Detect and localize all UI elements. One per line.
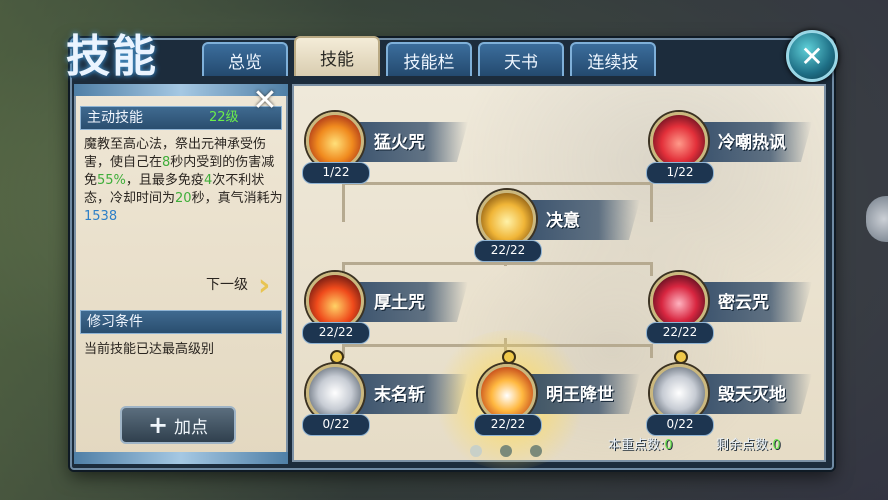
active-skill-label: 主动技能: [87, 110, 143, 126]
page-dot[interactable]: [530, 445, 542, 457]
skill-node-selected[interactable]: 明王降世 22/22: [474, 364, 644, 436]
skill-node[interactable]: 厚土咒 22/22: [302, 272, 472, 344]
tab-skills[interactable]: 技能: [294, 36, 380, 76]
skill-name: 末名斩: [374, 385, 425, 405]
tree-line: [650, 344, 653, 358]
skill-name: 密云咒: [718, 293, 769, 313]
skill-count: 1/22: [646, 162, 714, 184]
next-level-label[interactable]: 下一级: [206, 274, 248, 294]
lock-icon: [502, 350, 516, 364]
chevron-right-icon[interactable]: ›: [258, 268, 270, 303]
skill-name: 厚土咒: [374, 293, 425, 313]
tree-line: [342, 182, 652, 185]
reset-points: 本重点数:0: [608, 438, 673, 453]
requirement-text: 当前技能已达最高级别: [84, 342, 215, 357]
skill-count: 22/22: [474, 414, 542, 436]
skill-node[interactable]: 决意 22/22: [474, 190, 644, 262]
scroll-x-icon: ✕: [252, 83, 278, 118]
scroll-rod-bottom: [74, 452, 288, 464]
skill-count: 22/22: [474, 240, 542, 262]
page-dot[interactable]: [500, 445, 512, 457]
add-point-button[interactable]: + 加点: [120, 406, 236, 444]
tab-heaven-book[interactable]: 天书: [478, 42, 564, 76]
requirement-header: 修习条件: [80, 310, 282, 334]
lock-icon: [674, 350, 688, 364]
skill-level: 22级: [209, 110, 239, 125]
tab-bar: 总览 技能 技能栏 天书 连续技: [202, 36, 656, 76]
skill-name: 冷嘲热讽: [718, 133, 786, 153]
tab-skill-bar[interactable]: 技能栏: [386, 42, 472, 76]
skill-count: 22/22: [646, 322, 714, 344]
skill-count: 22/22: [302, 322, 370, 344]
tab-overview[interactable]: 总览: [202, 42, 288, 76]
skill-description: 魔教至高心法，祭出元神承受伤害，使自己在8秒内受到的伤害减免55%，且最多免疫4…: [84, 137, 283, 224]
page-indicator: [470, 445, 542, 457]
lock-icon: [330, 350, 344, 364]
skill-name: 决意: [546, 211, 580, 231]
close-icon: ✕: [800, 39, 824, 73]
tree-line: [342, 262, 652, 265]
remaining-points: 剩余点数:0: [716, 438, 781, 453]
plus-icon: +: [147, 411, 169, 439]
window-title: 技能: [66, 31, 158, 82]
tab-combo[interactable]: 连续技: [570, 42, 656, 76]
close-button[interactable]: ✕: [786, 30, 838, 82]
skill-name: 毁天灭地: [718, 385, 786, 405]
tree-line: [650, 182, 653, 222]
add-point-label: 加点: [174, 417, 209, 438]
skill-node[interactable]: 冷嘲热讽 1/22: [646, 112, 816, 184]
skill-count: 1/22: [302, 162, 370, 184]
skill-node[interactable]: 密云咒 22/22: [646, 272, 816, 344]
tree-line: [342, 182, 345, 222]
skill-node[interactable]: 毁天灭地 0/22: [646, 364, 816, 436]
skill-count: 0/22: [302, 414, 370, 436]
skill-node[interactable]: 猛火咒 1/22: [302, 112, 472, 184]
skill-name: 猛火咒: [374, 133, 425, 153]
skill-name: 明王降世: [546, 385, 614, 405]
skill-count: 0/22: [646, 414, 714, 436]
page-dot[interactable]: [470, 445, 482, 457]
skill-node[interactable]: 末名斩 0/22: [302, 364, 472, 436]
